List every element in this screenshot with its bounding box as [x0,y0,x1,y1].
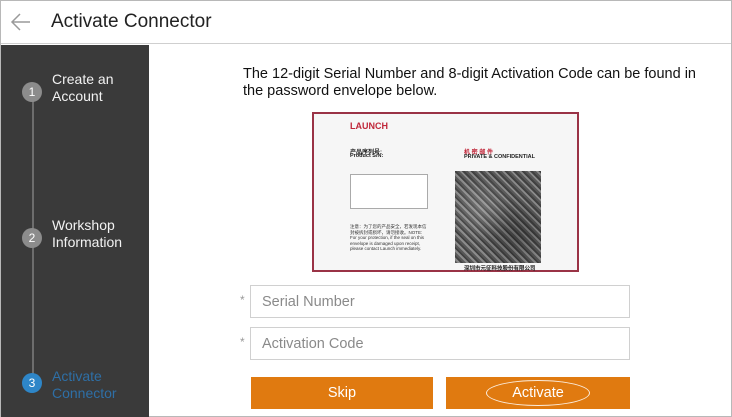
main-panel: The 12-digit Serial Number and 8-digit A… [149,45,731,417]
envelope-note: 注意：为了您的产品安全，若发现本信封被拆封或损坏，请勿接收。NOTE: For … [350,224,427,251]
serial-number-input[interactable] [251,286,629,317]
app-window: Activate Connector 1 Create an Account 2… [0,0,732,417]
envelope-brand-logo: LAUNCH [350,121,388,131]
envelope-serial-label: Product S/N: [350,153,384,159]
focus-ring [486,380,590,406]
envelope-serial-box [350,174,428,209]
step-sidebar: 1 Create an Account 2 Workshop Informati… [1,45,149,417]
skip-button[interactable]: Skip [251,377,433,409]
title-bar: Activate Connector [1,1,731,44]
serial-number-field [250,285,630,318]
step-number-badge: 3 [22,373,42,393]
envelope-private-label: PRIVATE & CONFIDENTIAL [464,154,535,160]
instructions-text: The 12-digit Serial Number and 8-digit A… [243,66,696,99]
password-envelope-image: LAUNCH 产品序列号: Product S/N: 机 密 邮 件 PRIVA… [312,112,579,272]
step-label: Activate Connector [52,368,117,401]
envelope-company-name: 深圳市元征科技股份有限公司 [464,266,536,272]
activate-button[interactable]: Activate [446,377,630,409]
envelope-scratch-area [455,171,541,263]
arrow-left-icon [10,13,30,31]
page-title: Activate Connector [51,11,212,32]
step-number-badge: 2 [22,228,42,248]
step-label: Workshop Information [52,217,123,250]
required-marker: * [240,335,245,349]
step-label: Create an Account [52,71,114,104]
activation-code-field [250,327,630,360]
activation-code-input[interactable] [251,328,629,359]
step-number-badge: 1 [22,82,42,102]
required-marker: * [240,293,245,307]
back-button[interactable] [1,1,41,44]
